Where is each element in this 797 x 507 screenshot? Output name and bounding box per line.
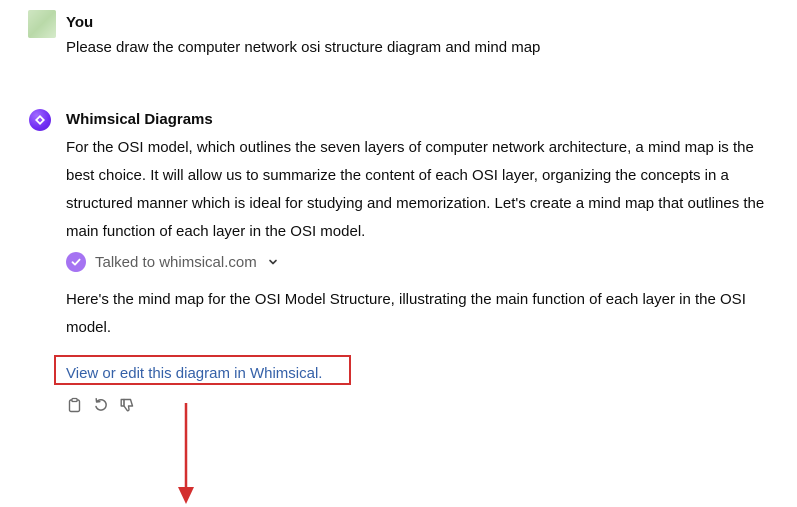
arrow-down-icon bbox=[175, 403, 197, 507]
clipboard-icon[interactable] bbox=[66, 396, 83, 413]
tool-status-toggle[interactable]: Talked to whimsical.com bbox=[66, 252, 278, 272]
regenerate-icon[interactable] bbox=[92, 396, 109, 413]
assistant-intro-text: For the OSI model, which outlines the se… bbox=[66, 139, 765, 240]
tool-status-label: Talked to whimsical.com bbox=[95, 253, 257, 271]
assistant-name: Whimsical Diagrams bbox=[66, 111, 213, 128]
message-actions bbox=[66, 396, 135, 413]
assistant-result-text: Here's the mind map for the OSI Model St… bbox=[66, 291, 746, 336]
chevron-down-icon bbox=[268, 257, 278, 267]
chat-conversation: You Please draw the computer network osi… bbox=[0, 0, 797, 507]
check-icon bbox=[66, 252, 86, 272]
whimsical-logo-icon bbox=[29, 109, 51, 131]
thumbs-down-icon[interactable] bbox=[118, 396, 135, 413]
whimsical-diagram-link[interactable]: View or edit this diagram in Whimsical. bbox=[66, 364, 322, 384]
user-avatar bbox=[28, 10, 56, 38]
user-name: You bbox=[66, 14, 94, 31]
user-message: Please draw the computer network osi str… bbox=[66, 39, 541, 56]
